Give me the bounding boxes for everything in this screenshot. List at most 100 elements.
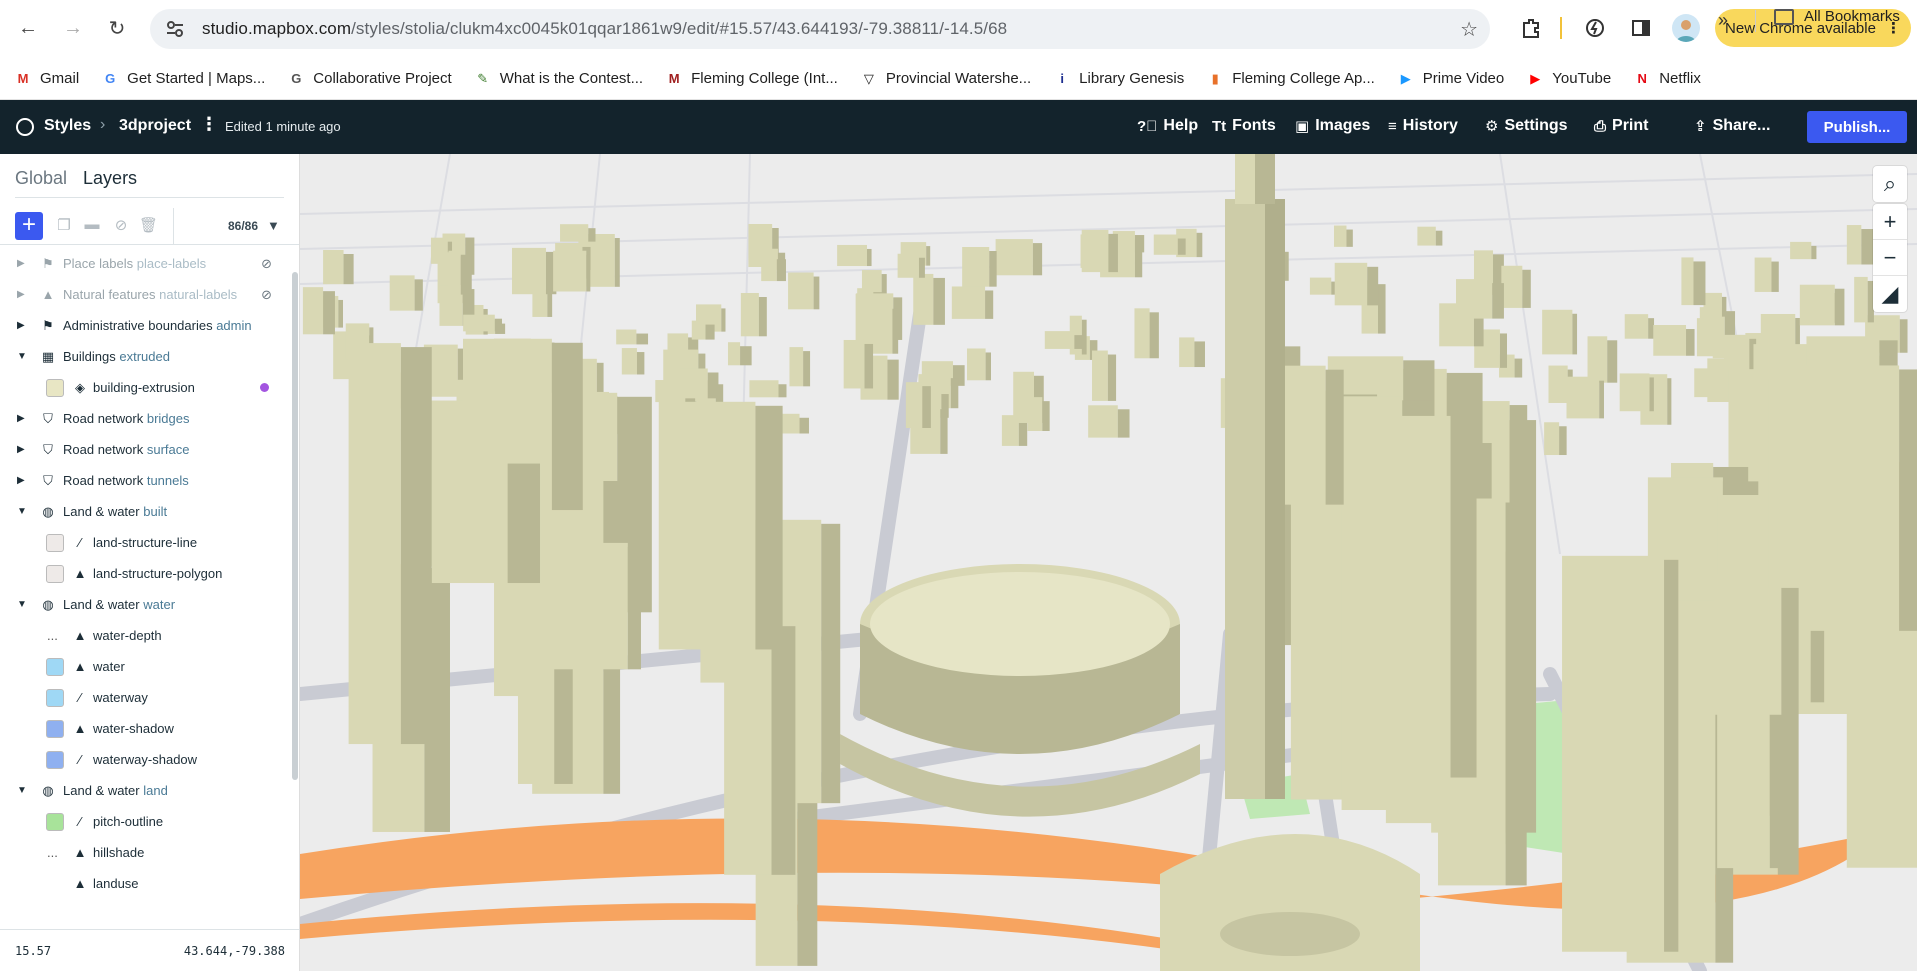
bookmark-item[interactable]: M Fleming College (Int... [665, 70, 838, 88]
hidden-eye-icon[interactable]: ⊘ [261, 287, 272, 303]
bookmark-item[interactable]: G Collaborative Project [287, 70, 451, 88]
project-name[interactable]: 3dproject [119, 117, 191, 135]
layer-group[interactable]: ▶ ⛉ Road network tunnels [0, 465, 292, 496]
folder-icon[interactable]: ▬ [83, 216, 101, 234]
color-swatch[interactable] [46, 719, 64, 738]
address-bar[interactable]: studio.mapbox.com/styles/stolia/clukm4xc… [150, 9, 1490, 49]
reload-icon[interactable]: ↻ [102, 13, 132, 43]
layer-item[interactable]: ▲ water [0, 651, 292, 682]
layer-group[interactable]: ▶ ▲ Natural features natural-labels ⊘ [0, 279, 292, 310]
duplicate-icon[interactable]: ❐ [55, 216, 73, 234]
back-arrow-icon[interactable]: ← [13, 13, 43, 43]
bookmark-item[interactable]: ▮ Fleming College Ap... [1206, 70, 1375, 88]
layer-item[interactable]: ∕ land-structure-line [0, 527, 292, 558]
color-swatch[interactable] [46, 378, 64, 397]
color-swatch[interactable] [46, 750, 64, 769]
layer-group[interactable]: ▼ ▦ Buildings extruded [0, 341, 292, 372]
all-bookmarks-button[interactable]: All Bookmarks [1774, 8, 1900, 25]
tab-global[interactable]: Global [15, 168, 67, 189]
bookmark-item[interactable]: ▽ Provincial Watershe... [860, 70, 1031, 88]
zoom-out-button[interactable]: − [1873, 240, 1907, 276]
url-text[interactable]: studio.mapbox.com/styles/stolia/clukm4xc… [202, 19, 1007, 39]
caret-down-icon[interactable]: ▼ [17, 506, 27, 517]
layer-list-scrollbar[interactable] [292, 272, 298, 780]
layer-group[interactable]: ▶ ⚑ Place labels place-labels ⊘ [0, 248, 292, 279]
tab-layers[interactable]: Layers [83, 168, 137, 189]
layer-group[interactable]: ▼ ◍ Land & water built [0, 496, 292, 527]
map-3d-scene[interactable] [300, 154, 1917, 971]
layer-item[interactable]: ∕ waterway-shadow [0, 744, 292, 775]
mountain-icon: ▲ [41, 287, 55, 302]
filter-icon[interactable]: ▼ [267, 218, 280, 233]
map-canvas[interactable]: ⌕ + − ◢ [300, 154, 1917, 971]
caret-right-icon[interactable]: ▶ [17, 320, 25, 331]
layer-item[interactable]: ... ▲ hillshade [0, 837, 292, 868]
trash-icon[interactable]: 🗑 [139, 216, 158, 234]
bookmark-item[interactable]: i Library Genesis [1053, 70, 1184, 88]
zoom-in-button[interactable]: + [1873, 204, 1907, 240]
project-menu-icon[interactable]: ⋮ [200, 114, 218, 135]
styles-breadcrumb[interactable]: Styles [44, 117, 91, 135]
caret-right-icon[interactable]: ▶ [17, 258, 25, 269]
help-button[interactable]: ?⃝ Help [1137, 117, 1198, 135]
layer-item[interactable]: ◈ building-extrusion [0, 372, 292, 403]
profile-avatar[interactable] [1672, 14, 1700, 42]
share-button[interactable]: ⇪ Share... [1694, 117, 1770, 135]
compass-icon[interactable]: ◢ [1873, 276, 1907, 312]
caret-down-icon[interactable]: ▼ [17, 351, 27, 362]
caret-down-icon[interactable]: ▼ [17, 599, 27, 610]
settings-button[interactable]: ⚙ Settings [1485, 117, 1568, 135]
performance-icon[interactable] [1582, 15, 1608, 41]
bookmark-star-icon[interactable]: ☆ [1460, 17, 1478, 42]
hide-icon[interactable]: ⊘ [112, 216, 130, 234]
bookmark-item[interactable]: ✎ What is the Contest... [474, 70, 643, 88]
bookmark-item[interactable]: M Gmail [14, 70, 80, 88]
modified-dot [260, 383, 269, 392]
caret-down-icon[interactable]: ▼ [17, 785, 27, 796]
bookmark-item[interactable]: G Get Started | Maps... [101, 70, 265, 88]
print-button[interactable]: ⎙ Print [1594, 117, 1648, 135]
layer-item[interactable]: ... ▲ water-depth [0, 620, 292, 651]
bookmark-item[interactable]: ▶ YouTube [1526, 70, 1611, 88]
more-bookmarks-icon[interactable]: » [1718, 10, 1728, 31]
layer-item[interactable]: ∕ waterway [0, 682, 292, 713]
color-swatch[interactable] [46, 688, 64, 707]
layer-count: 86/86 [228, 219, 259, 233]
layer-item[interactable]: ▲ landuse [0, 868, 292, 899]
caret-right-icon[interactable]: ▶ [17, 289, 25, 300]
layer-group[interactable]: ▶ ⚑ Administrative boundaries admin [0, 310, 292, 341]
layer-item[interactable]: ∕ pitch-outline [0, 806, 292, 837]
color-swatch[interactable] [46, 533, 64, 552]
caret-right-icon[interactable]: ▶ [17, 444, 25, 455]
site-settings-icon[interactable] [164, 18, 186, 40]
color-swatch[interactable] [46, 657, 64, 676]
images-button[interactable]: ▣ Images [1295, 117, 1370, 135]
add-layer-button[interactable]: + [15, 212, 43, 240]
forward-arrow-icon[interactable]: → [58, 13, 88, 43]
history-button[interactable]: ≡ History [1388, 117, 1458, 135]
layer-group[interactable]: ▶ ⛉ Road network surface [0, 434, 292, 465]
caret-right-icon[interactable]: ▶ [17, 475, 25, 486]
layer-label: building-extrusion [93, 380, 195, 395]
bookmark-label: Gmail [40, 70, 80, 87]
bookmark-item[interactable]: ▶ Prime Video [1397, 70, 1504, 88]
color-swatch[interactable] [46, 564, 64, 583]
layer-item[interactable]: ▲ land-structure-polygon [0, 558, 292, 589]
caret-right-icon[interactable]: ▶ [17, 413, 25, 424]
bookmark-item[interactable]: N Netflix [1633, 70, 1700, 88]
fonts-button[interactable]: Tt Fonts [1212, 117, 1276, 135]
publish-button[interactable]: Publish... [1807, 111, 1907, 143]
layer-item[interactable]: ▲ water-shadow [0, 713, 292, 744]
side-panel-icon[interactable] [1628, 15, 1654, 41]
group-name: Buildings [63, 349, 116, 364]
layer-group[interactable]: ▶ ⛉ Road network bridges [0, 403, 292, 434]
extensions-icon[interactable] [1518, 15, 1544, 41]
search-icon[interactable]: ⌕ [1873, 166, 1907, 202]
bookmarks-divider [1755, 10, 1756, 32]
group-name: Administrative boundaries [63, 318, 213, 333]
color-swatch[interactable] [46, 812, 64, 831]
hidden-eye-icon[interactable]: ⊘ [261, 256, 272, 272]
layer-group[interactable]: ▼ ◍ Land & water land [0, 775, 292, 806]
layer-group[interactable]: ▼ ◍ Land & water water [0, 589, 292, 620]
mapbox-logo-icon[interactable] [16, 118, 34, 136]
